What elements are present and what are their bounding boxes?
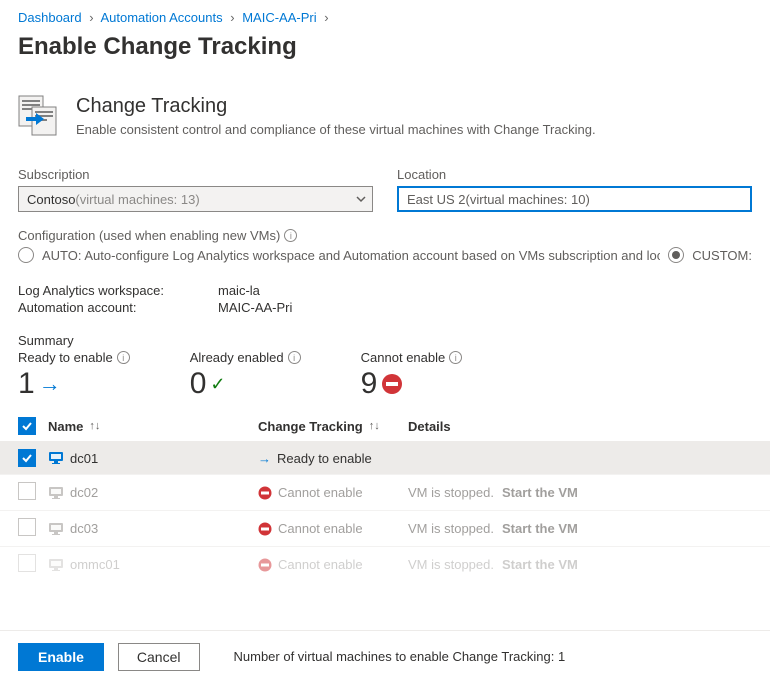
vm-name: ommc01	[70, 557, 120, 572]
select-all-checkbox[interactable]	[18, 417, 36, 435]
arrow-right-icon: →	[258, 451, 271, 466]
stop-icon	[381, 373, 403, 395]
change-tracking-status: Ready to enable	[277, 451, 372, 466]
location-label: Location	[397, 167, 752, 182]
row-checkbox	[18, 482, 36, 500]
vm-icon	[48, 450, 64, 466]
page-title: Enable Change Tracking	[0, 29, 770, 81]
already-enabled-value: 0	[190, 367, 207, 401]
details-text: VM is stopped.	[408, 557, 494, 572]
footer-count-text: Number of virtual machines to enable Cha…	[234, 649, 566, 664]
location-suffix: (virtual machines: 10)	[466, 192, 590, 207]
stop-icon	[258, 558, 272, 572]
vm-name: dc02	[70, 485, 98, 500]
chevron-right-icon: ›	[324, 10, 328, 25]
arrow-right-icon: →	[39, 371, 61, 397]
start-vm-link[interactable]: Start the VM	[502, 521, 578, 536]
subscription-dropdown[interactable]: Contoso (virtual machines: 13)	[18, 186, 373, 212]
location-dropdown[interactable]: East US 2 (virtual machines: 10)	[397, 186, 752, 212]
location-value: East US 2	[407, 192, 466, 207]
vm-icon	[48, 485, 64, 501]
checkmark-icon: ✓	[210, 374, 225, 395]
row-checkbox	[18, 518, 36, 536]
cancel-button[interactable]: Cancel	[118, 643, 200, 671]
log-analytics-workspace-value: maic-la	[218, 283, 260, 298]
radio-auto[interactable]	[18, 247, 34, 263]
vm-name: dc01	[70, 451, 98, 466]
hero-title: Change Tracking	[76, 95, 596, 118]
cannot-enable-label: Cannot enable	[361, 350, 446, 365]
footer-bar: Enable Cancel Number of virtual machines…	[0, 630, 770, 682]
config-custom-label: CUSTOM:	[692, 248, 752, 263]
chevron-right-icon: ›	[230, 10, 234, 25]
column-header-change-tracking[interactable]: Change Tracking	[258, 419, 363, 434]
sort-icon[interactable]: ↑↓	[369, 420, 380, 432]
breadcrumb: Dashboard › Automation Accounts › MAIC-A…	[0, 0, 770, 29]
vm-table: Name ↑↓ Change Tracking ↑↓ Details dc01 → Re…	[0, 411, 770, 574]
log-analytics-workspace-label: Log Analytics workspace:	[18, 283, 218, 298]
row-checkbox	[18, 554, 36, 572]
breadcrumb-link-maic-aa-pri[interactable]: MAIC-AA-Pri	[242, 10, 316, 25]
ready-to-enable-value: 1	[18, 367, 35, 401]
config-auto-label: AUTO: Auto-configure Log Analytics works…	[42, 248, 660, 263]
column-header-details[interactable]: Details	[408, 419, 451, 434]
change-tracking-status: Cannot enable	[278, 557, 363, 572]
info-icon[interactable]: i	[449, 351, 462, 364]
subscription-value: Contoso	[27, 192, 75, 207]
chevron-right-icon: ›	[89, 10, 93, 25]
automation-account-label: Automation account:	[18, 300, 218, 315]
info-icon[interactable]: i	[284, 229, 297, 242]
summary-label: Summary	[18, 333, 752, 348]
ready-to-enable-label: Ready to enable	[18, 350, 113, 365]
hero-section: Change Tracking Enable consistent contro…	[0, 81, 770, 167]
change-tracking-icon	[18, 95, 60, 137]
breadcrumb-link-automation-accounts[interactable]: Automation Accounts	[100, 10, 222, 25]
hero-subtitle: Enable consistent control and compliance…	[76, 122, 596, 137]
subscription-suffix: (virtual machines: 13)	[75, 192, 199, 207]
table-row[interactable]: dc02 Cannot enable VM is stopped. Start the…	[0, 475, 770, 511]
chevron-down-icon	[356, 194, 366, 204]
change-tracking-status: Cannot enable	[278, 521, 363, 536]
subscription-label: Subscription	[18, 167, 373, 182]
vm-name: dc03	[70, 521, 98, 536]
breadcrumb-link-dashboard[interactable]: Dashboard	[18, 10, 82, 25]
already-enabled-label: Already enabled	[190, 350, 284, 365]
column-header-name[interactable]: Name	[48, 419, 83, 434]
start-vm-link[interactable]: Start the VM	[502, 485, 578, 500]
radio-custom[interactable]	[668, 247, 684, 263]
sort-icon[interactable]: ↑↓	[89, 420, 100, 432]
configuration-label: Configuration (used when enabling new VM…	[18, 228, 280, 243]
vm-icon	[48, 521, 64, 537]
table-row[interactable]: dc01 → Ready to enable	[0, 442, 770, 475]
table-row[interactable]: ommc01 Cannot enable VM is stopped. Start t…	[0, 547, 770, 574]
vm-icon	[48, 557, 64, 573]
info-icon[interactable]: i	[117, 351, 130, 364]
row-checkbox[interactable]	[18, 449, 36, 467]
start-vm-link[interactable]: Start the VM	[502, 557, 578, 572]
details-text: VM is stopped.	[408, 485, 494, 500]
details-text: VM is stopped.	[408, 521, 494, 536]
automation-account-value: MAIC-AA-Pri	[218, 300, 292, 315]
cannot-enable-value: 9	[361, 367, 378, 401]
info-icon[interactable]: i	[288, 351, 301, 364]
change-tracking-status: Cannot enable	[278, 485, 363, 500]
stop-icon	[258, 522, 272, 536]
enable-button[interactable]: Enable	[18, 643, 104, 671]
table-row[interactable]: dc03 Cannot enable VM is stopped. Start the…	[0, 511, 770, 547]
stop-icon	[258, 486, 272, 500]
